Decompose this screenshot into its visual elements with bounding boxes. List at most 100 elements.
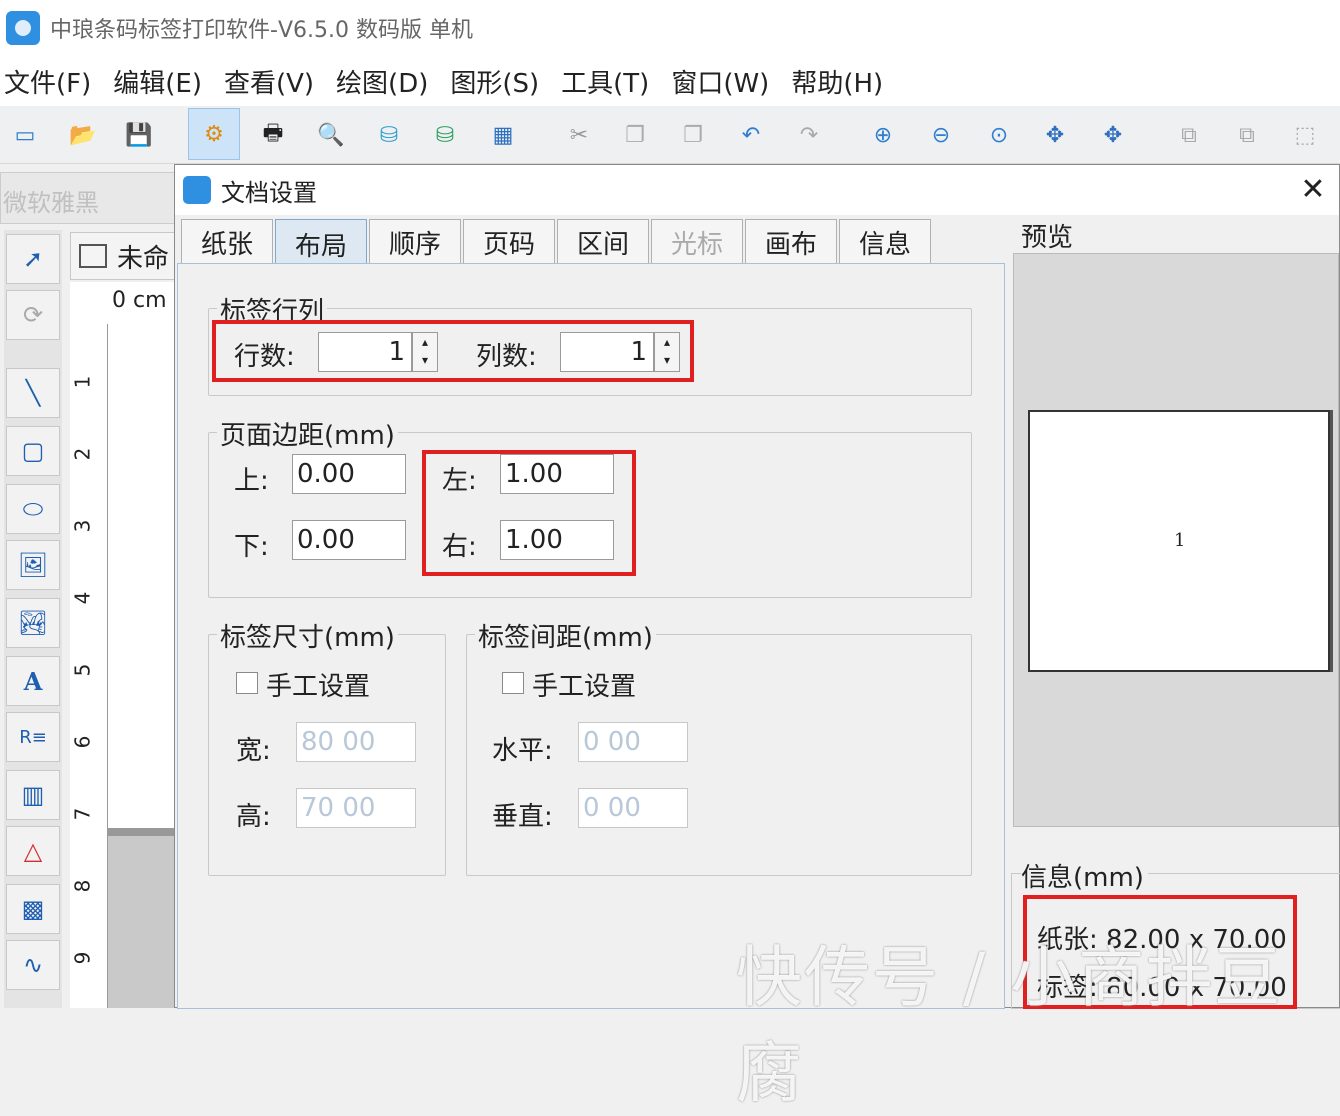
tab-page-number[interactable]: 页码 bbox=[463, 219, 555, 265]
ruler-unit: 0 cm bbox=[112, 288, 167, 313]
ruler-mark: 2 bbox=[70, 447, 95, 461]
group-icon[interactable]: ⧉ bbox=[1174, 120, 1204, 150]
curve-icon[interactable]: ∿ bbox=[6, 940, 60, 990]
tab-cursor[interactable]: 光标 bbox=[651, 219, 743, 265]
toolbar: ▭ 📂 💾 ⚙ 🖶 🔍 ⛁ ⛁ ▦ ✂ ❐ ❐ ↶ ↷ ⊕ ⊖ ⊙ ✥ ✥ ⧉ … bbox=[0, 106, 1340, 164]
horizontal-gap-input[interactable]: 0 00 bbox=[578, 722, 688, 762]
ungroup-icon[interactable]: ⧉ bbox=[1232, 120, 1262, 150]
label-size-manual-label: 手工设置 bbox=[266, 672, 371, 702]
app-logo-icon bbox=[6, 11, 40, 45]
shape-icon[interactable]: △ bbox=[6, 826, 60, 876]
tab-info[interactable]: 信息 bbox=[839, 219, 931, 265]
info-title: 信息(mm) bbox=[1021, 857, 1148, 894]
document-settings-dialog: 文档设置 ✕ 纸张 布局 顺序 页码 区间 光标 画布 信息 标签行列 行数: … bbox=[174, 164, 1340, 1009]
highlight-left-right-margin bbox=[422, 450, 636, 576]
menu-shape[interactable]: 图形(S) bbox=[450, 63, 539, 100]
preview-page: 1 bbox=[1028, 410, 1330, 672]
zoom-actual-icon[interactable]: ⊙ bbox=[984, 120, 1014, 150]
page-margin-title: 页面边距(mm) bbox=[217, 415, 398, 452]
app-title-bar: 中琅条码标签打印软件-V6.5.0 数码版 单机 bbox=[0, 0, 1340, 56]
print-preview-icon[interactable]: 🔍 bbox=[316, 120, 346, 150]
vertical-gap-label: 垂直: bbox=[492, 802, 553, 832]
ellipse-icon[interactable]: ⬭ bbox=[6, 484, 60, 534]
tab-paper[interactable]: 纸张 bbox=[181, 219, 273, 265]
select-frame-icon[interactable]: ⬚ bbox=[1290, 120, 1320, 150]
select-arrow-icon[interactable]: ➚ bbox=[6, 234, 60, 284]
label-gap-title: 标签间距(mm) bbox=[475, 617, 656, 654]
rotate-icon[interactable]: ⟳ bbox=[6, 290, 60, 340]
drawing-tools-panel: ➚ ⟳ ╲ ▢ ⬭ 🖼 🏞 A R≡ ▥ △ ▩ ∿ bbox=[4, 230, 62, 1008]
menu-help[interactable]: 帮助(H) bbox=[791, 63, 883, 100]
database-icon[interactable]: ⛁ bbox=[374, 120, 404, 150]
cut-icon[interactable]: ✂ bbox=[564, 120, 594, 150]
print-icon[interactable]: 🖶 bbox=[258, 120, 288, 150]
bottom-margin-label: 下: bbox=[234, 532, 269, 562]
menu-draw[interactable]: 绘图(D) bbox=[336, 63, 428, 100]
document-settings-icon[interactable]: ⚙ bbox=[188, 108, 240, 160]
ruler-mark: 8 bbox=[70, 879, 95, 893]
fit-width-icon[interactable]: ✥ bbox=[1098, 120, 1128, 150]
horizontal-gap-label: 水平: bbox=[492, 736, 553, 766]
text-icon[interactable]: A bbox=[6, 656, 60, 706]
save-icon[interactable]: 💾 bbox=[124, 120, 154, 150]
fit-page-icon[interactable]: ✥ bbox=[1040, 120, 1070, 150]
zoom-out-icon[interactable]: ⊖ bbox=[926, 120, 956, 150]
width-input[interactable]: 80 00 bbox=[296, 722, 416, 762]
ruler-mark: 3 bbox=[70, 519, 95, 533]
tab-order[interactable]: 顺序 bbox=[369, 219, 461, 265]
layout-tab-panel: 标签行列 行数: 1 ▴ ▾ 列数: 1 ▴ ▾ 页面边距(mm) 上: 0.00 … bbox=[177, 263, 1005, 1009]
undo-icon[interactable]: ↶ bbox=[736, 120, 766, 150]
dialog-title: 文档设置 bbox=[221, 178, 317, 207]
highlight-rows-cols bbox=[212, 320, 694, 382]
ruler-mark: 7 bbox=[70, 807, 95, 821]
redo-icon[interactable]: ↷ bbox=[794, 120, 824, 150]
height-label: 高: bbox=[236, 802, 271, 832]
qrcode-icon[interactable]: ▩ bbox=[6, 884, 60, 934]
vertical-ruler: 1 2 3 4 5 6 7 8 9 bbox=[70, 324, 108, 1008]
horizontal-ruler: 0 cm bbox=[70, 282, 178, 324]
menu-view[interactable]: 查看(V) bbox=[224, 63, 314, 100]
menu-edit[interactable]: 编辑(E) bbox=[113, 63, 202, 100]
label-size-manual-checkbox[interactable] bbox=[236, 672, 258, 694]
app-title: 中琅条码标签打印软件-V6.5.0 数码版 单机 bbox=[50, 18, 473, 43]
close-icon[interactable]: ✕ bbox=[1295, 173, 1331, 209]
grid-icon[interactable]: ▦ bbox=[488, 120, 518, 150]
rich-text-icon[interactable]: R≡ bbox=[6, 712, 60, 762]
preview-page-number: 1 bbox=[1174, 530, 1186, 551]
picture-icon[interactable]: 🏞 bbox=[6, 598, 60, 648]
paste-icon[interactable]: ❐ bbox=[678, 120, 708, 150]
open-folder-icon[interactable]: 📂 bbox=[68, 120, 98, 150]
font-selector[interactable]: 微软雅黑 bbox=[0, 172, 176, 224]
line-icon[interactable]: ╲ bbox=[6, 368, 60, 418]
ruler-mark: 1 bbox=[70, 375, 95, 389]
barcode-icon[interactable]: ▥ bbox=[6, 770, 60, 820]
copy-icon[interactable]: ❐ bbox=[620, 120, 650, 150]
tab-canvas[interactable]: 画布 bbox=[745, 219, 837, 265]
top-margin-input[interactable]: 0.00 bbox=[292, 454, 406, 494]
ruler-mark: 9 bbox=[70, 951, 95, 965]
height-input[interactable]: 70 00 bbox=[296, 788, 416, 828]
zoom-in-icon[interactable]: ⊕ bbox=[868, 120, 898, 150]
image-icon[interactable]: 🖼 bbox=[6, 540, 60, 590]
menu-tools[interactable]: 工具(T) bbox=[561, 63, 649, 100]
document-tab[interactable]: 未命 bbox=[70, 232, 178, 280]
tab-layout[interactable]: 布局 bbox=[275, 219, 367, 269]
rounded-rectangle-icon[interactable]: ▢ bbox=[6, 426, 60, 476]
preview-title: 预览 bbox=[1021, 223, 1074, 253]
label-gap-manual-label: 手工设置 bbox=[532, 672, 637, 702]
watermark-text: 快传号 / 小商拌豆腐 bbox=[736, 939, 1283, 1112]
preview-area: 1 bbox=[1013, 253, 1339, 827]
menu-window[interactable]: 窗口(W) bbox=[671, 63, 769, 100]
dialog-title-bar: 文档设置 ✕ bbox=[175, 165, 1339, 215]
new-document-icon[interactable]: ▭ bbox=[10, 120, 40, 150]
vertical-gap-input[interactable]: 0 00 bbox=[578, 788, 688, 828]
ruler-mark: 6 bbox=[70, 735, 95, 749]
bottom-margin-input[interactable]: 0.00 bbox=[292, 520, 406, 560]
top-margin-label: 上: bbox=[234, 466, 269, 496]
menu-bar: 文件(F) 编辑(E) 查看(V) 绘图(D) 图形(S) 工具(T) 窗口(W… bbox=[0, 56, 1340, 106]
document-tab-label: 未命 bbox=[117, 243, 170, 274]
menu-file[interactable]: 文件(F) bbox=[4, 63, 91, 100]
tab-range[interactable]: 区间 bbox=[557, 219, 649, 265]
database-settings-icon[interactable]: ⛁ bbox=[430, 120, 460, 150]
label-gap-manual-checkbox[interactable] bbox=[502, 672, 524, 694]
